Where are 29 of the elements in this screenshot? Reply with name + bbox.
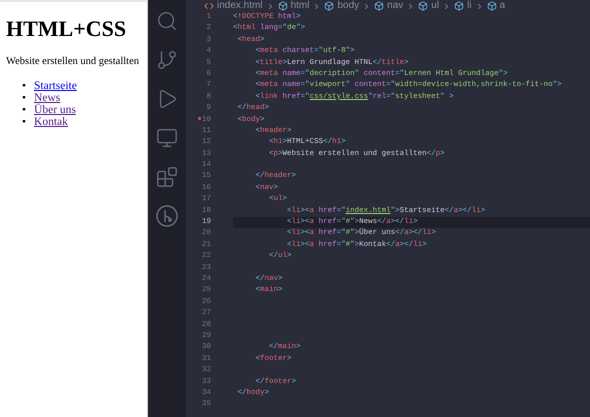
nav-link[interactable]: Kontak [34, 116, 68, 128]
bullet: • [22, 92, 26, 104]
branch-circle-icon[interactable] [156, 205, 178, 227]
breadcrumb-item[interactable]: a [500, 0, 506, 11]
cube-icon [454, 1, 464, 11]
breadcrumb-item[interactable]: li [467, 0, 472, 11]
code-file-icon [204, 1, 214, 11]
page-heading: HTML+CSS [6, 16, 126, 42]
branch-icon[interactable] [156, 49, 178, 71]
breadcrumb-item[interactable]: nav [387, 0, 404, 11]
cube-icon [278, 1, 288, 11]
page-paragraph: Website erstellen und gestallten [6, 55, 139, 69]
nav-link[interactable]: Startseite [34, 80, 77, 92]
cube-icon [374, 1, 384, 11]
bullet: • [22, 80, 26, 92]
bullet: • [22, 116, 26, 128]
nav-link[interactable]: News [34, 92, 60, 104]
monitor-icon[interactable] [156, 127, 178, 149]
bullet: • [22, 104, 26, 116]
extensions-icon[interactable] [156, 166, 178, 188]
cube-icon [486, 1, 497, 11]
breadcrumb-item[interactable]: index.html [217, 0, 263, 11]
nav-link[interactable]: Über uns [34, 104, 76, 116]
breadcrumb-item[interactable]: ul [431, 0, 440, 11]
breadcrumb-item[interactable]: body [337, 0, 360, 11]
search-icon[interactable] [156, 10, 178, 32]
cube-icon [418, 1, 428, 11]
breadcrumb-item[interactable]: html [290, 0, 310, 11]
cube-icon [324, 1, 334, 11]
